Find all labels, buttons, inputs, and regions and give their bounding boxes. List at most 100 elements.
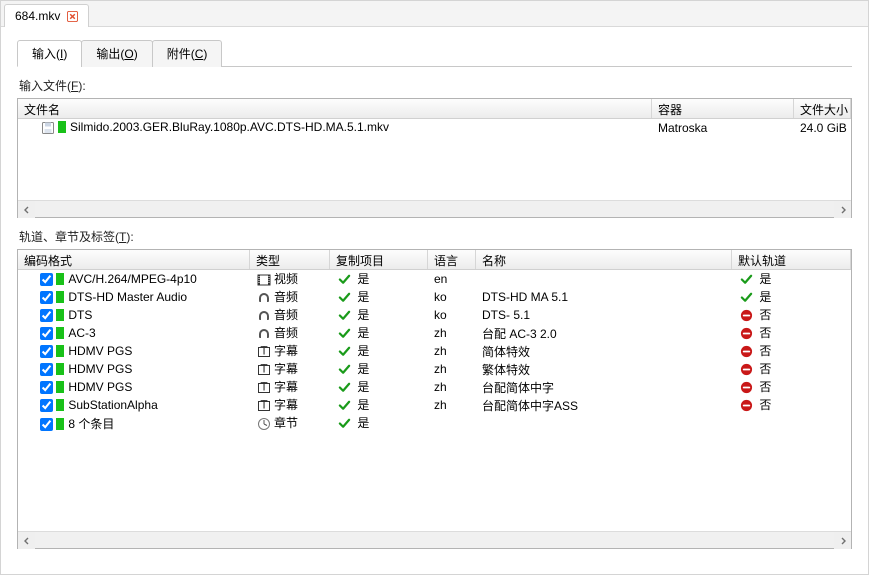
track-copy: 是 [357, 326, 369, 340]
track-lang: zh [428, 380, 476, 394]
type-icon [256, 290, 272, 306]
h-scrollbar[interactable] [18, 200, 851, 217]
track-copy: 是 [357, 416, 369, 430]
no-icon [738, 398, 754, 414]
track-checkbox[interactable] [40, 363, 53, 376]
col-type[interactable]: 类型 [250, 250, 330, 269]
track-type: 章节 [274, 416, 298, 430]
track-copy: 是 [357, 308, 369, 322]
track-name: 台配简体中字 [476, 379, 732, 396]
disk-icon [40, 120, 56, 136]
no-icon [738, 308, 754, 324]
check-icon [336, 272, 352, 288]
col-lang[interactable]: 语言 [428, 250, 476, 269]
file-size: 24.0 GiB [794, 121, 851, 135]
col-container[interactable]: 容器 [652, 99, 794, 118]
col-filesize[interactable]: 文件大小 [794, 99, 851, 118]
col-filename[interactable]: 文件名 [18, 99, 652, 118]
track-type: 视频 [274, 272, 298, 286]
track-checkbox[interactable] [40, 399, 53, 412]
check-icon [738, 272, 754, 288]
tab-1[interactable]: 输出(O) [81, 40, 152, 67]
track-checkbox[interactable] [40, 291, 53, 304]
track-row[interactable]: SubStationAlphaT字幕 是zh台配简体中字ASS 否 [18, 396, 851, 414]
tracks-list[interactable]: 编码格式 类型 复制项目 语言 名称 默认轨道 AVC/H.264/MPEG-4… [17, 249, 852, 549]
status-bar-icon [56, 418, 64, 430]
check-icon [336, 344, 352, 360]
track-checkbox[interactable] [40, 345, 53, 358]
status-bar-icon [56, 309, 64, 321]
svg-text:T: T [260, 381, 268, 394]
scroll-left-icon[interactable] [18, 201, 35, 218]
track-checkbox[interactable] [40, 273, 53, 286]
no-icon [738, 326, 754, 342]
scroll-track[interactable] [35, 532, 834, 548]
track-checkbox[interactable] [40, 327, 53, 340]
track-row[interactable]: HDMV PGST字幕 是zh台配简体中字 否 [18, 378, 851, 396]
track-checkbox[interactable] [40, 309, 53, 322]
col-codec[interactable]: 编码格式 [18, 250, 250, 269]
track-default: 否 [732, 396, 851, 414]
track-row[interactable]: HDMV PGST字幕 是zh繁体特效 否 [18, 360, 851, 378]
track-name: 繁体特效 [476, 361, 732, 378]
col-name[interactable]: 名称 [476, 250, 732, 269]
type-icon [256, 326, 272, 342]
scroll-track[interactable] [35, 201, 834, 217]
track-lang: zh [428, 326, 476, 340]
status-bar-icon [56, 399, 64, 411]
status-bar-icon [56, 363, 64, 375]
track-copy: 是 [357, 290, 369, 304]
track-default: 是 [732, 288, 851, 306]
track-row[interactable]: AVC/H.264/MPEG-4p10视频 是en 是 [18, 270, 851, 288]
input-files-label: 输入文件(F): [19, 77, 852, 94]
no-icon [738, 344, 754, 360]
track-checkbox[interactable] [40, 381, 53, 394]
tab-2[interactable]: 附件(C) [152, 40, 223, 67]
type-icon: T [256, 398, 272, 414]
track-codec: HDMV PGS [68, 344, 132, 358]
check-icon [336, 326, 352, 342]
track-default: 否 [732, 324, 851, 342]
status-bar-icon [56, 273, 64, 285]
status-bar-icon [56, 327, 64, 339]
scroll-left-icon[interactable] [18, 532, 35, 549]
tracks-header: 编码格式 类型 复制项目 语言 名称 默认轨道 [18, 250, 851, 270]
track-type: 字幕 [274, 344, 298, 358]
track-name: DTS-HD MA 5.1 [476, 290, 732, 304]
files-header: 文件名 容器 文件大小 [18, 99, 851, 119]
scroll-right-icon[interactable] [834, 532, 851, 549]
file-row[interactable]: Silmido.2003.GER.BluRay.1080p.AVC.DTS-HD… [18, 119, 851, 137]
type-icon [256, 416, 272, 432]
track-row[interactable]: DTS音频 是koDTS- 5.1 否 [18, 306, 851, 324]
track-lang: zh [428, 344, 476, 358]
track-name: 台配 AC-3 2.0 [476, 325, 732, 342]
track-type: 字幕 [274, 380, 298, 394]
scroll-right-icon[interactable] [834, 201, 851, 218]
track-row[interactable]: HDMV PGST字幕 是zh简体特效 否 [18, 342, 851, 360]
h-scrollbar[interactable] [18, 531, 851, 548]
track-codec: 8 个条目 [68, 417, 114, 431]
tab-0[interactable]: 输入(I) [17, 40, 82, 67]
track-codec: HDMV PGS [68, 380, 132, 394]
track-row[interactable]: AC-3音频 是zh台配 AC-3 2.0 否 [18, 324, 851, 342]
content-area: 输入(I)输出(O)附件(C) 输入文件(F): 文件名 容器 文件大小 Sil… [1, 27, 868, 557]
check-icon [336, 398, 352, 414]
status-bar-icon [58, 121, 66, 133]
col-copy[interactable]: 复制项目 [330, 250, 428, 269]
type-icon: T [256, 362, 272, 378]
track-checkbox[interactable] [40, 418, 53, 431]
check-icon [738, 290, 754, 306]
close-icon[interactable] [66, 10, 78, 22]
col-default[interactable]: 默认轨道 [732, 250, 851, 269]
file-tab-title: 684.mkv [15, 9, 60, 23]
section-tabs: 输入(I)输出(O)附件(C) [17, 39, 852, 67]
track-type: 音频 [274, 326, 298, 340]
type-icon: T [256, 380, 272, 396]
input-files-list[interactable]: 文件名 容器 文件大小 Silmido.2003.GER.BluRay.1080… [17, 98, 852, 218]
track-name: 简体特效 [476, 343, 732, 360]
status-bar-icon [56, 345, 64, 357]
file-tab[interactable]: 684.mkv [4, 4, 89, 27]
track-copy: 是 [357, 362, 369, 376]
track-row[interactable]: DTS-HD Master Audio音频 是koDTS-HD MA 5.1 是 [18, 288, 851, 306]
track-row[interactable]: 8 个条目 章节 是 [18, 414, 851, 432]
